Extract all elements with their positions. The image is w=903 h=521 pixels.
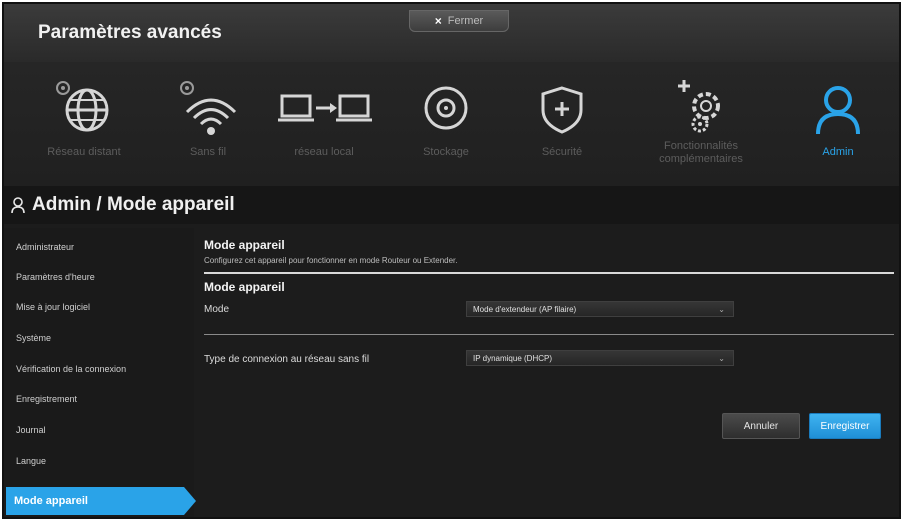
field-divider: [204, 334, 894, 335]
main-panel: Mode appareil Configurez cet appareil po…: [202, 228, 897, 517]
close-label: Fermer: [447, 15, 484, 27]
user-icon: [816, 86, 860, 135]
nav-item-local-network[interactable]: réseau local: [266, 62, 382, 186]
category-nav: Réseau distant Sans fil réseau local Sto…: [4, 62, 899, 186]
sidebar-item-system[interactable]: Système: [12, 327, 184, 349]
shield-icon: [541, 86, 583, 134]
nav-item-admin[interactable]: Admin: [780, 62, 896, 186]
wifi-icon: [180, 81, 237, 135]
breadcrumb-text: Admin / Mode appareil: [32, 194, 235, 215]
section-divider: [204, 272, 894, 274]
sidebar-item-language[interactable]: Langue: [12, 450, 184, 472]
nav-item-wireless[interactable]: Sans fil: [150, 62, 266, 186]
sidebar-item-time-settings[interactable]: Paramètres d'heure: [12, 266, 184, 288]
nav-label: Réseau distant: [47, 146, 121, 158]
sidebar-item-device-mode[interactable]: Mode appareil: [6, 487, 196, 515]
nav-label: Sans fil: [189, 146, 227, 158]
nav-item-storage[interactable]: Stockage: [388, 62, 504, 186]
nav-label: réseau local: [294, 146, 354, 158]
mode-select-value: Mode d'extendeur (AP filaire): [473, 304, 577, 314]
nav-label: Admin: [822, 146, 854, 158]
user-icon: [11, 197, 25, 214]
subsection-title: Mode appareil: [204, 280, 285, 294]
header-bar: Paramètres avancés × Fermer: [4, 4, 899, 62]
section-description: Configurez cet appareil pour fonctionner…: [204, 256, 458, 265]
save-button[interactable]: Enregistrer: [809, 413, 881, 439]
nav-item-remote-network[interactable]: Réseau distant: [26, 62, 142, 186]
chevron-down-icon: ⌄: [718, 305, 725, 314]
connection-type-select[interactable]: IP dynamique (DHCP) ⌄: [466, 350, 734, 366]
sidebar-item-software-update[interactable]: Mise à jour logiciel: [12, 296, 184, 318]
cancel-button[interactable]: Annuler: [722, 413, 800, 439]
nav-item-additional-features[interactable]: Fonctionnalités complémentaires: [636, 62, 766, 186]
breadcrumb: Admin / Mode appareil: [4, 186, 899, 224]
settings-window: Paramètres avancés × Fermer Réseau dista…: [2, 2, 901, 519]
connection-type-label: Type de connexion au réseau sans fil: [204, 354, 370, 365]
globe-icon: [56, 81, 109, 132]
close-button[interactable]: × Fermer: [409, 10, 509, 32]
connection-type-value: IP dynamique (DHCP): [473, 353, 552, 363]
section-title: Mode appareil: [204, 238, 285, 252]
sidebar: Administrateur Paramètres d'heure Mise à…: [4, 228, 196, 517]
nav-item-security[interactable]: Sécurité: [504, 62, 620, 186]
nav-label: Stockage: [423, 146, 469, 158]
mode-label: Mode: [204, 304, 230, 315]
nav-label: Fonctionnalités complémentaires: [659, 140, 743, 165]
chevron-down-icon: ⌄: [718, 354, 725, 363]
storage-icon: [424, 86, 468, 130]
sidebar-item-log[interactable]: Journal: [12, 419, 184, 441]
page-title: Paramètres avancés: [38, 22, 222, 43]
lan-icon: [278, 94, 372, 122]
close-icon: ×: [434, 14, 442, 28]
sidebar-item-connection-check[interactable]: Vérification de la connexion: [12, 358, 184, 380]
sidebar-item-registration[interactable]: Enregistrement: [12, 388, 184, 410]
gears-icon: [678, 80, 720, 133]
sidebar-item-administrator[interactable]: Administrateur: [12, 236, 184, 258]
nav-label: Sécurité: [541, 146, 583, 158]
mode-select[interactable]: Mode d'extendeur (AP filaire) ⌄: [466, 301, 734, 317]
